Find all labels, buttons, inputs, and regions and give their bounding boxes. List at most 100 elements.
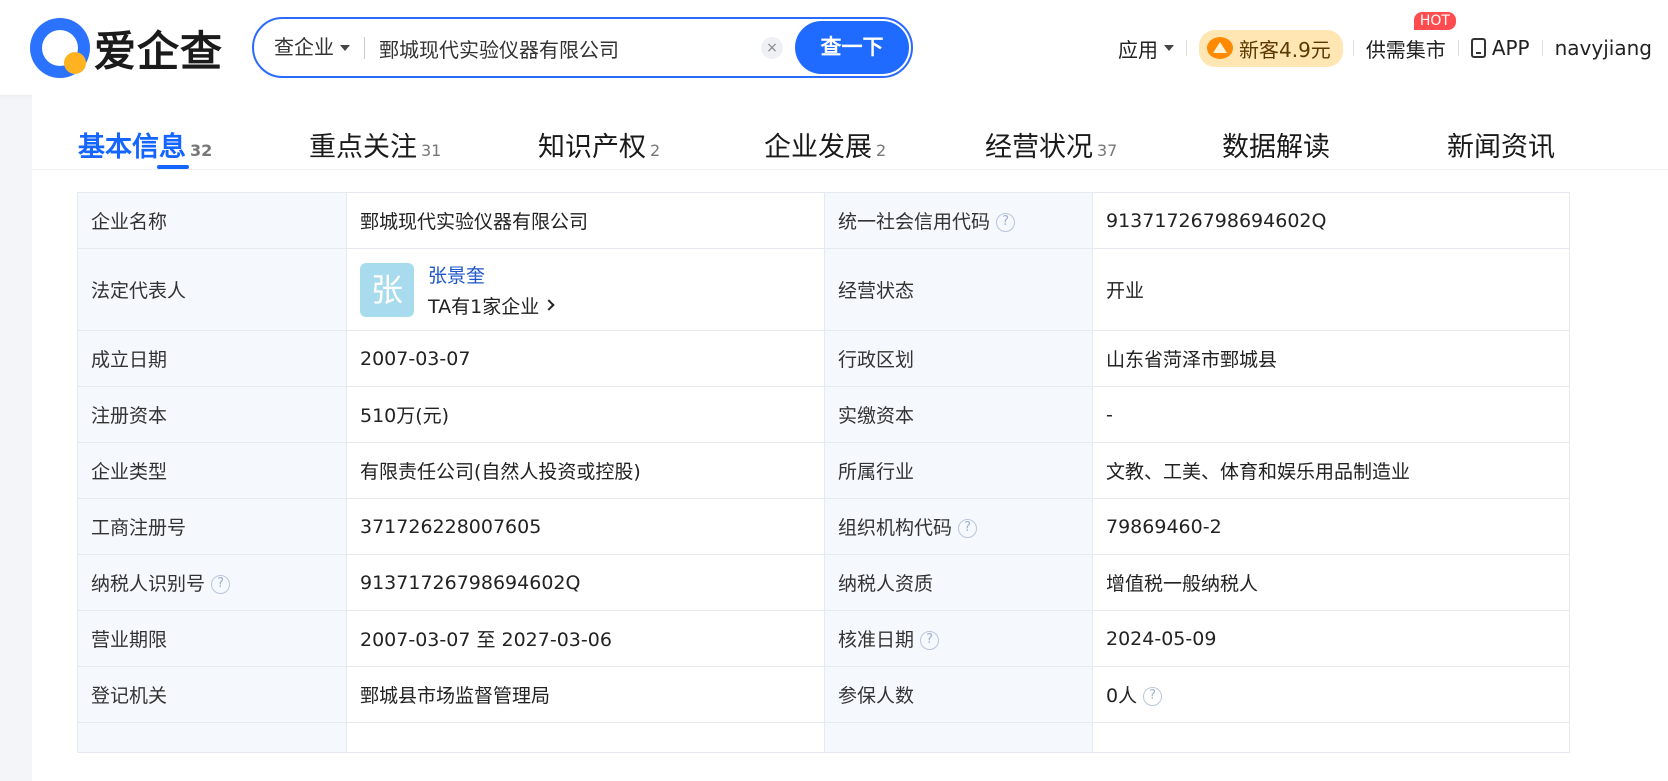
label-cell: 企业类型 bbox=[77, 442, 347, 499]
caret-down-icon bbox=[340, 44, 350, 51]
label-cell: 企业名称 bbox=[77, 192, 347, 249]
value-cell: 2007-03-07 bbox=[346, 330, 825, 387]
table-row: 注册资本 510万(元) 实缴资本 - bbox=[77, 386, 1570, 443]
label-cell: 成立日期 bbox=[77, 330, 347, 387]
value-cell: 有限责任公司(自然人投资或控股) bbox=[346, 442, 825, 499]
divider bbox=[364, 37, 365, 59]
label-cell: 营业期限 bbox=[77, 610, 347, 667]
username: navyjiang bbox=[1554, 36, 1652, 60]
table-row: 工商注册号 371726228007605 组织机构代码? 79869460-2 bbox=[77, 498, 1570, 555]
label-cell: 核准日期? bbox=[824, 610, 1093, 667]
divider bbox=[1186, 40, 1187, 56]
tab-key-focus[interactable]: 重点关注 31 bbox=[309, 125, 441, 164]
apps-label: 应用 bbox=[1118, 37, 1158, 62]
label-cell: 经营状态 bbox=[824, 248, 1093, 331]
legal-rep-cell: 张 张景奎 TA有1家企业 bbox=[346, 248, 825, 331]
logo[interactable]: 爱企查 bbox=[30, 17, 223, 79]
help-icon[interactable]: ? bbox=[920, 631, 940, 650]
value-cell: 增值税一般纳税人 bbox=[1092, 554, 1570, 611]
user-menu[interactable]: navyjiang bbox=[1555, 36, 1652, 60]
label-cell: 注册资本 bbox=[77, 386, 347, 443]
table-row: 营业期限 2007-03-07 至 2027-03-06 核准日期? 2024-… bbox=[77, 610, 1570, 667]
chevron-right-icon bbox=[543, 299, 555, 311]
crown-icon bbox=[1207, 37, 1233, 59]
section-tabs: 基本信息 32 重点关注 31 知识产权 2 企业发展 2 经营状况 37 数据解读 新闻… bbox=[32, 95, 1668, 170]
help-icon[interactable]: ? bbox=[211, 575, 231, 594]
value-cell: 371726228007605 bbox=[346, 498, 825, 555]
table-row: 企业名称 鄄城现代实验仪器有限公司 统一社会信用代码? 913717267986… bbox=[77, 192, 1570, 249]
promo-badge[interactable]: 新客4.9元 bbox=[1199, 29, 1343, 67]
label-cell: 实缴资本 bbox=[824, 386, 1093, 443]
apps-menu[interactable]: 应用 bbox=[1118, 34, 1174, 63]
avatar[interactable]: 张 bbox=[360, 262, 414, 317]
search-input[interactable] bbox=[379, 31, 759, 65]
label-cell: 行政区划 bbox=[824, 330, 1093, 387]
tab-data-insights[interactable]: 数据解读 bbox=[1222, 125, 1330, 164]
hot-badge: HOT bbox=[1413, 11, 1456, 30]
table-row: 成立日期 2007-03-07 行政区划 山东省菏泽市鄄城县 bbox=[77, 330, 1570, 387]
help-icon[interactable]: ? bbox=[1143, 687, 1163, 706]
table-row: 登记机关 鄄城县市场监督管理局 参保人数 0人? bbox=[77, 666, 1570, 723]
divider bbox=[1541, 40, 1543, 56]
tab-development[interactable]: 企业发展 2 bbox=[764, 125, 886, 164]
tab-news[interactable]: 新闻资讯 bbox=[1447, 125, 1555, 164]
clear-icon[interactable]: × bbox=[761, 37, 783, 59]
label-cell bbox=[77, 722, 347, 753]
value-cell: 79869460-2 bbox=[1092, 498, 1570, 555]
help-icon[interactable]: ? bbox=[996, 213, 1016, 232]
label-cell: 工商注册号 bbox=[77, 498, 347, 555]
value-cell: 91371726798694602Q bbox=[346, 554, 825, 611]
label-cell: 组织机构代码? bbox=[824, 498, 1093, 555]
active-tab-indicator bbox=[157, 165, 189, 169]
top-header: 爱企查 查企业 × 查一下 应用 新客4.9元 供需集市 HOT APP bbox=[0, 0, 1668, 95]
tab-intellectual-property[interactable]: 知识产权 2 bbox=[538, 125, 660, 164]
value-cell: 91371726798694602Q bbox=[1092, 192, 1570, 249]
label-cell: 登记机关 bbox=[77, 666, 347, 723]
search-type-label: 查企业 bbox=[274, 35, 334, 59]
table-row: 企业类型 有限责任公司(自然人投资或控股) 所属行业 文教、工美、体育和娱乐用品… bbox=[77, 442, 1570, 499]
promo-label: 新客4.9元 bbox=[1239, 37, 1331, 62]
search-bar: 查企业 × 查一下 bbox=[252, 17, 913, 78]
table-row: 法定代表人 张 张景奎 TA有1家企业 经营状态 开业 bbox=[77, 248, 1570, 331]
market-link[interactable]: 供需集市 HOT bbox=[1365, 11, 1456, 63]
company-info-card: 基本信息 32 重点关注 31 知识产权 2 企业发展 2 经营状况 37 数据解读 新闻… bbox=[32, 95, 1668, 781]
value-cell: - bbox=[1092, 386, 1570, 443]
help-icon[interactable]: ? bbox=[958, 519, 978, 538]
value-cell: 0人? bbox=[1092, 666, 1570, 723]
label-cell: 参保人数 bbox=[824, 666, 1093, 723]
search-type-dropdown[interactable]: 查企业 bbox=[274, 19, 350, 76]
phone-icon bbox=[1470, 38, 1486, 58]
divider bbox=[1352, 40, 1354, 56]
market-label: 供需集市 bbox=[1365, 37, 1446, 62]
caret-down-icon bbox=[1164, 45, 1174, 51]
value-cell bbox=[1092, 722, 1570, 753]
label-cell: 纳税人资质 bbox=[824, 554, 1093, 611]
value-cell: 510万(元) bbox=[346, 386, 825, 443]
label-cell: 所属行业 bbox=[824, 442, 1093, 499]
logo-text: 爱企查 bbox=[94, 26, 224, 76]
tab-basic-info[interactable]: 基本信息 32 bbox=[78, 125, 212, 164]
divider bbox=[1457, 40, 1459, 56]
app-link[interactable]: APP bbox=[1470, 36, 1530, 60]
top-nav: 应用 新客4.9元 供需集市 HOT APP navyjiang bbox=[1118, 11, 1652, 68]
value-cell: 鄄城现代实验仪器有限公司 bbox=[346, 192, 825, 249]
value-cell: 鄄城县市场监督管理局 bbox=[346, 666, 825, 723]
value-cell: 开业 bbox=[1092, 248, 1570, 331]
tab-operations[interactable]: 经营状况 37 bbox=[985, 125, 1117, 164]
search-button[interactable]: 查一下 bbox=[795, 21, 909, 74]
legal-rep-name-link[interactable]: 张景奎 bbox=[428, 261, 553, 288]
label-cell: 法定代表人 bbox=[77, 248, 347, 331]
business-registration-table: 企业名称 鄄城现代实验仪器有限公司 统一社会信用代码? 913717267986… bbox=[77, 192, 1570, 753]
value-cell bbox=[346, 722, 825, 753]
value-cell: 2024-05-09 bbox=[1092, 610, 1570, 667]
table-row: 纳税人识别号? 91371726798694602Q 纳税人资质 增值税一般纳税… bbox=[77, 554, 1570, 611]
table-row bbox=[77, 722, 1570, 753]
value-cell: 文教、工美、体育和娱乐用品制造业 bbox=[1092, 442, 1570, 499]
logo-icon bbox=[30, 18, 90, 78]
value-cell: 山东省菏泽市鄄城县 bbox=[1092, 330, 1570, 387]
legal-rep-companies-link[interactable]: TA有1家企业 bbox=[428, 292, 555, 319]
label-cell bbox=[824, 722, 1093, 753]
label-cell: 纳税人识别号? bbox=[77, 554, 347, 611]
label-cell: 统一社会信用代码? bbox=[824, 192, 1093, 249]
legal-rep: 张 张景奎 TA有1家企业 bbox=[360, 261, 811, 319]
